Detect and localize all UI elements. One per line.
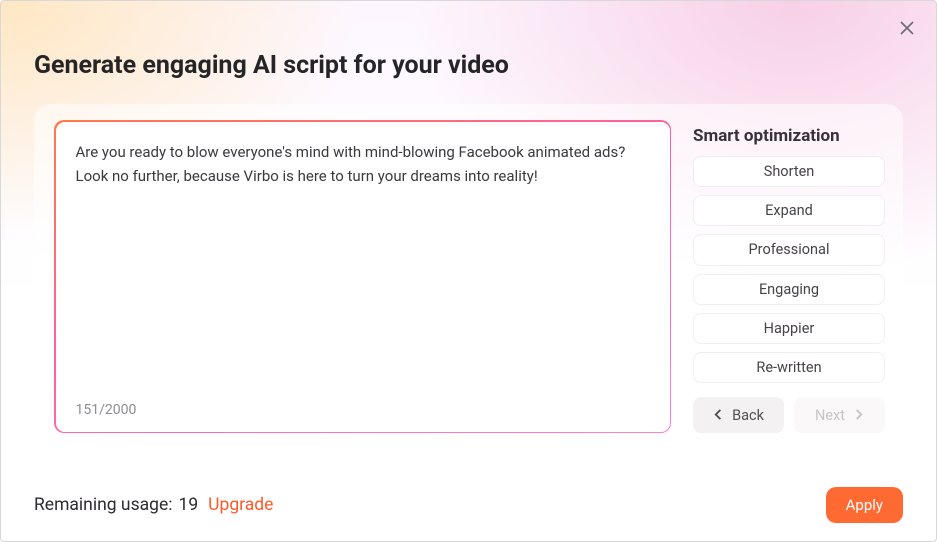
character-count: 151/2000 [76,396,650,418]
script-box-border: Are you ready to blow everyone's mind wi… [54,120,671,433]
ai-script-modal: Generate engaging AI script for your vid… [0,0,937,542]
window-chrome-fragment [1,0,936,8]
back-button-label: Back [732,407,764,424]
smart-optimization-title: Smart optimization [693,126,885,146]
smart-optimization-panel: Smart optimization Shorten Expand Profes… [693,120,885,433]
close-icon [899,20,915,40]
remaining-usage-value: 19 [178,495,198,515]
content-panel: Are you ready to blow everyone's mind wi… [34,104,903,449]
upgrade-link[interactable]: Upgrade [208,495,273,515]
shorten-button[interactable]: Shorten [693,156,885,187]
professional-button[interactable]: Professional [693,234,885,265]
script-textarea[interactable]: Are you ready to blow everyone's mind wi… [56,122,670,432]
expand-button[interactable]: Expand [693,195,885,226]
chevron-left-icon [713,407,724,424]
script-text[interactable]: Are you ready to blow everyone's mind wi… [76,140,650,396]
engaging-button[interactable]: Engaging [693,274,885,305]
next-button: Next [794,397,885,433]
rewritten-button[interactable]: Re-written [693,352,885,383]
back-button[interactable]: Back [693,397,784,433]
footer-bar: Remaining usage: 19 Upgrade Apply [34,487,903,523]
remaining-usage: Remaining usage: 19 Upgrade [34,495,273,515]
next-button-label: Next [815,407,845,424]
remaining-usage-label: Remaining usage: [34,495,172,515]
optimization-nav: Back Next [693,397,885,433]
happier-button[interactable]: Happier [693,313,885,344]
script-area: Are you ready to blow everyone's mind wi… [54,120,671,433]
close-button[interactable] [896,19,918,41]
apply-button[interactable]: Apply [826,487,903,523]
chevron-right-icon [853,407,864,424]
page-title: Generate engaging AI script for your vid… [34,51,509,80]
